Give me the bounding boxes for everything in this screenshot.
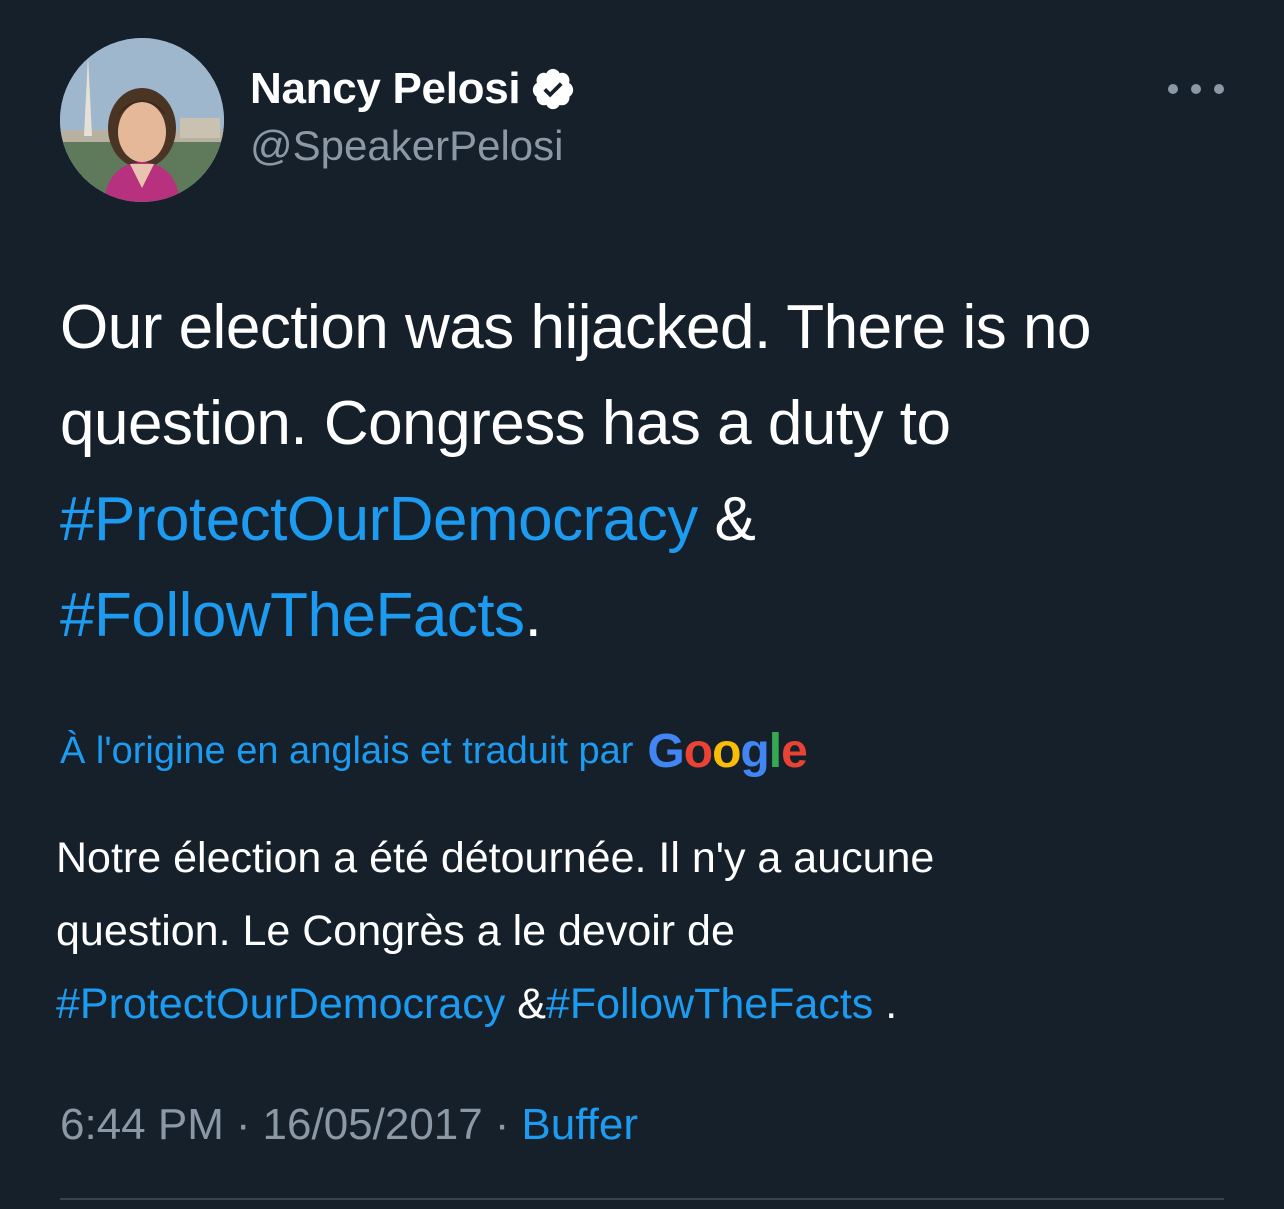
- user-handle[interactable]: @SpeakerPelosi: [250, 122, 576, 170]
- hashtag-link[interactable]: #FollowTheFacts: [60, 581, 525, 650]
- profile-avatar[interactable]: [60, 38, 224, 202]
- more-dot: [1191, 84, 1201, 94]
- tweet-date[interactable]: 16/05/2017: [263, 1100, 483, 1150]
- tweet-line: question. Congress has a duty to: [60, 389, 951, 458]
- display-name[interactable]: Nancy Pelosi: [250, 64, 521, 114]
- tweet-source[interactable]: Buffer: [521, 1100, 638, 1150]
- more-dot: [1214, 84, 1224, 94]
- translation-line: Notre élection a été détournée. Il n'y a…: [56, 834, 935, 882]
- google-logo: Google: [647, 725, 807, 778]
- hashtag-link[interactable]: #ProtectOurDemocracy: [60, 485, 698, 554]
- author-info[interactable]: Nancy Pelosi @SpeakerPelosi: [250, 62, 576, 170]
- translation-label: À l'origine en anglais et traduit par: [60, 730, 634, 772]
- period-text: .: [524, 581, 542, 650]
- verified-badge-icon: [533, 68, 574, 110]
- more-dot: [1168, 84, 1178, 94]
- ampersand-text: &: [697, 485, 756, 554]
- translation-attribution[interactable]: À l'origine en anglais et traduit par Go…: [60, 724, 808, 779]
- separator-dot: ·: [494, 1100, 510, 1149]
- tweet-time[interactable]: 6:44 PM: [60, 1100, 224, 1150]
- period-text: .: [873, 980, 898, 1028]
- hashtag-link[interactable]: #FollowTheFacts: [546, 980, 873, 1028]
- name-row: Nancy Pelosi: [250, 62, 576, 116]
- tweet: Nancy Pelosi @SpeakerPelosi Our election…: [0, 0, 1284, 1209]
- separator-dot: ·: [235, 1100, 251, 1149]
- tweet-metadata: 6:44 PM · 16/05/2017 · Buffer: [60, 1100, 638, 1150]
- avatar-image: [60, 38, 224, 202]
- ampersand-text: &: [505, 980, 546, 1028]
- divider: [60, 1198, 1224, 1200]
- translated-text: Notre élection a été détournée. Il n'y a…: [56, 822, 1226, 1041]
- tweet-line: #ProtectOurDemocracy &: [60, 472, 1230, 568]
- tweet-text: Our election was hijacked. There is no q…: [60, 280, 1230, 664]
- tweet-line: #FollowTheFacts.: [60, 568, 1230, 664]
- tweet-line: Our election was hijacked. There is no: [60, 293, 1091, 362]
- translation-line: #ProtectOurDemocracy &#FollowTheFacts .: [56, 968, 1226, 1041]
- translation-line: question. Le Congrès a le devoir de: [56, 907, 735, 955]
- more-options-icon[interactable]: [1168, 74, 1224, 104]
- hashtag-link[interactable]: #ProtectOurDemocracy: [56, 980, 505, 1028]
